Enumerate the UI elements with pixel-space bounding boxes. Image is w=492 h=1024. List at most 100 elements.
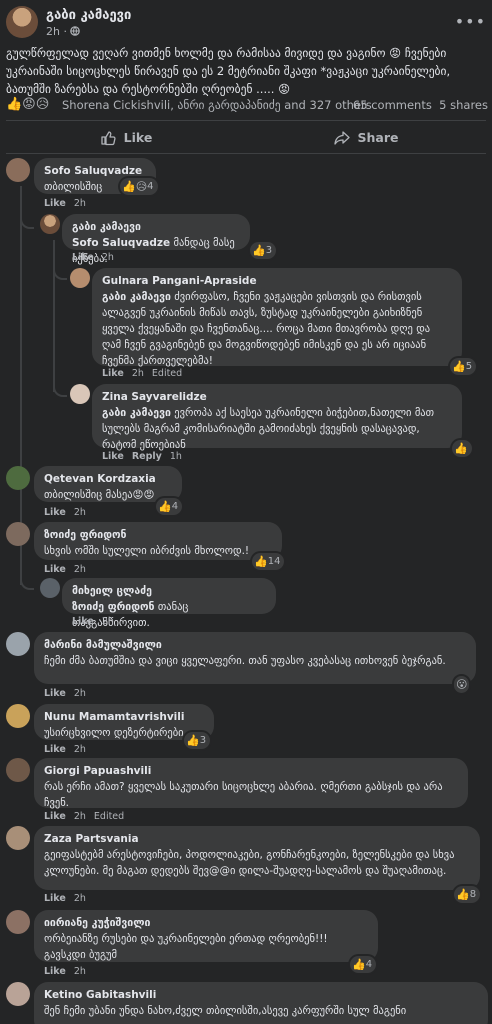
comments-count[interactable]: 65 comments bbox=[353, 98, 432, 112]
comment-time[interactable]: 2h bbox=[74, 966, 86, 977]
comment-author[interactable]: Nunu Mamamtavrishvili bbox=[44, 710, 204, 725]
share-button[interactable]: Share bbox=[246, 121, 486, 154]
comment-time[interactable]: 2h bbox=[74, 744, 86, 755]
comment-meta: Like 2h bbox=[72, 616, 122, 627]
comment-time[interactable]: 2h bbox=[74, 198, 86, 209]
commenter-avatar[interactable] bbox=[70, 268, 90, 288]
post-author[interactable]: გაბი კამაევი bbox=[46, 8, 131, 23]
comment-text: თბილისშიც მასეა😡😡 bbox=[44, 489, 155, 501]
comment-reactions[interactable]: 👍 5 bbox=[450, 358, 477, 375]
comment-text: სხვის ომში სულელი იბრძვის მხოლოდ.! bbox=[44, 545, 250, 557]
commenter-avatar[interactable] bbox=[40, 578, 60, 598]
comment-like-link[interactable]: Like bbox=[72, 252, 94, 263]
thread-curve bbox=[20, 576, 34, 590]
comment-like-link[interactable]: Like bbox=[44, 893, 66, 904]
reaction-icons: 👍 bbox=[452, 360, 466, 373]
commenter-avatar[interactable] bbox=[6, 826, 30, 850]
comment-like-link[interactable]: Like bbox=[44, 198, 66, 209]
comment-time[interactable]: 2h bbox=[74, 564, 86, 575]
commenter-avatar[interactable] bbox=[6, 632, 30, 656]
mention-tag[interactable]: გაბი კამაევი bbox=[102, 407, 171, 419]
comment-time[interactable]: 2h bbox=[132, 368, 144, 379]
comment-time[interactable]: 1h bbox=[170, 451, 182, 462]
edited-label[interactable]: Edited bbox=[152, 368, 182, 379]
commenter-avatar[interactable] bbox=[70, 384, 90, 404]
reaction-icons: 👍 bbox=[352, 958, 366, 971]
commenter-avatar[interactable] bbox=[6, 704, 30, 728]
comment-time[interactable]: 2h bbox=[102, 616, 114, 627]
comment-time[interactable]: 2h bbox=[74, 507, 86, 518]
reaction-icons: 👍 bbox=[158, 500, 172, 513]
reaction-count: 4 bbox=[171, 501, 179, 512]
edited-label[interactable]: Edited bbox=[94, 811, 124, 822]
comment-author[interactable]: ზოიძე ფრიდონ bbox=[44, 528, 272, 543]
comment-meta: Like 2h bbox=[44, 198, 94, 209]
comment-author[interactable]: Ketino Gabitashvili bbox=[44, 988, 478, 1003]
comment-bubble: გაბი კამაევი Sofo Saluqvadze მანდაც მასე… bbox=[62, 214, 250, 265]
thread-curve bbox=[53, 266, 67, 280]
comment-time[interactable]: 2h bbox=[74, 893, 86, 904]
comment-author[interactable]: გაბი კამაევი bbox=[72, 220, 240, 235]
comment-like-link[interactable]: Like bbox=[44, 507, 66, 518]
comment-meta: Like 2h bbox=[44, 507, 94, 518]
comment-like-link[interactable]: Like bbox=[102, 368, 124, 379]
commenter-avatar[interactable] bbox=[6, 982, 30, 1006]
reaction-names[interactable]: Shorena Cickishvili, ანრი გარდაპანიძე an… bbox=[62, 98, 372, 112]
reaction-count: 8 bbox=[469, 889, 477, 900]
more-options-icon[interactable]: ••• bbox=[455, 12, 486, 31]
author-avatar[interactable] bbox=[6, 6, 38, 38]
mention-tag[interactable]: ზოიძე ფრიდონ bbox=[72, 601, 155, 613]
comment-reactions[interactable]: 👍 3 bbox=[184, 732, 211, 749]
commenter-avatar[interactable] bbox=[6, 466, 30, 490]
comment-author[interactable]: იირიანე კუჭიშვილი bbox=[44, 916, 368, 931]
comment-meta: Like 2h Edited bbox=[102, 368, 190, 379]
comment-like-link[interactable]: Like bbox=[44, 966, 66, 977]
comment-bubble: Gulnara Pangani-Apraside გაბი კამაევი ძვ… bbox=[92, 268, 462, 367]
comment-text: შენ ჩემი უბანი უნდა ნახო,ძველ თბილისში,ა… bbox=[44, 1005, 407, 1017]
reaction-icons: 👍 bbox=[254, 555, 268, 568]
reaction-icons[interactable]: 👍😡😥 bbox=[6, 97, 49, 112]
comment-bubble: მიხეილ ცლაძე ზოიძე ფრიდონ თანაც თავგანწი… bbox=[62, 578, 276, 629]
comment-time[interactable]: 2h bbox=[74, 811, 86, 822]
shares-count[interactable]: 5 shares bbox=[439, 98, 488, 112]
commenter-avatar[interactable] bbox=[6, 758, 30, 782]
comment-author[interactable]: Zina Sayvarelidze bbox=[102, 390, 452, 405]
comment-reactions[interactable]: 👍 bbox=[452, 440, 472, 457]
comment-reactions[interactable]: 👍 8 bbox=[454, 886, 481, 903]
comment-time[interactable]: 2h bbox=[74, 688, 86, 699]
comment-author[interactable]: Qetevan Kordzaxia bbox=[44, 472, 172, 487]
comment-bubble: Zaza Partsvania გეიფასტებმ არესტოვიჩები,… bbox=[34, 826, 480, 890]
commenter-avatar[interactable] bbox=[40, 214, 60, 234]
comment-reply-link[interactable]: Reply bbox=[132, 451, 162, 462]
reaction-icons: 👍 bbox=[252, 244, 266, 257]
comment-author[interactable]: Sofo Saluqvadze bbox=[44, 164, 146, 179]
commenter-avatar[interactable] bbox=[6, 910, 30, 934]
comment-text: უსირცხვილო დეზერტირები bbox=[44, 727, 184, 739]
like-button[interactable]: Like bbox=[6, 121, 246, 154]
comment-author[interactable]: მარინი მამულაშვილი bbox=[44, 638, 466, 653]
comment-author[interactable]: Zaza Partsvania bbox=[44, 832, 470, 847]
comment-reactions[interactable]: 👍 3 bbox=[250, 242, 277, 259]
comment-like-link[interactable]: Like bbox=[44, 688, 66, 699]
comment-reactions[interactable]: 👍 4 bbox=[156, 498, 183, 515]
commenter-avatar[interactable] bbox=[6, 522, 30, 546]
comment-author[interactable]: Giorgi Papuashvili bbox=[44, 764, 458, 779]
comment-author[interactable]: Gulnara Pangani-Apraside bbox=[102, 274, 452, 289]
post-time[interactable]: 2h bbox=[46, 25, 60, 38]
comment-like-link[interactable]: Like bbox=[72, 616, 94, 627]
comment-author[interactable]: მიხეილ ცლაძე bbox=[72, 584, 266, 599]
commenter-avatar[interactable] bbox=[6, 158, 30, 182]
post-card: გაბი კამაევი 2h · ••• გულწრფელად ვეღარ ვ… bbox=[0, 0, 492, 1024]
comment-reactions[interactable]: 👍😥 4 bbox=[120, 178, 158, 195]
comment-like-link[interactable]: Like bbox=[44, 811, 66, 822]
mention-tag[interactable]: Sofo Saluqvadze bbox=[72, 237, 170, 249]
comment-like-link[interactable]: Like bbox=[102, 451, 124, 462]
mention-tag[interactable]: გაბი კამაევი bbox=[102, 291, 171, 303]
comment-reactions[interactable]: 👍 4 bbox=[350, 956, 377, 973]
comment-like-link[interactable]: Like bbox=[44, 564, 66, 575]
reaction-count: 5 bbox=[465, 361, 473, 372]
comment-like-link[interactable]: Like bbox=[44, 744, 66, 755]
comment-reactions[interactable]: 😮 bbox=[454, 676, 470, 693]
comment-time[interactable]: 2h bbox=[102, 252, 114, 263]
comment-reactions[interactable]: 👍 14 bbox=[252, 553, 285, 570]
